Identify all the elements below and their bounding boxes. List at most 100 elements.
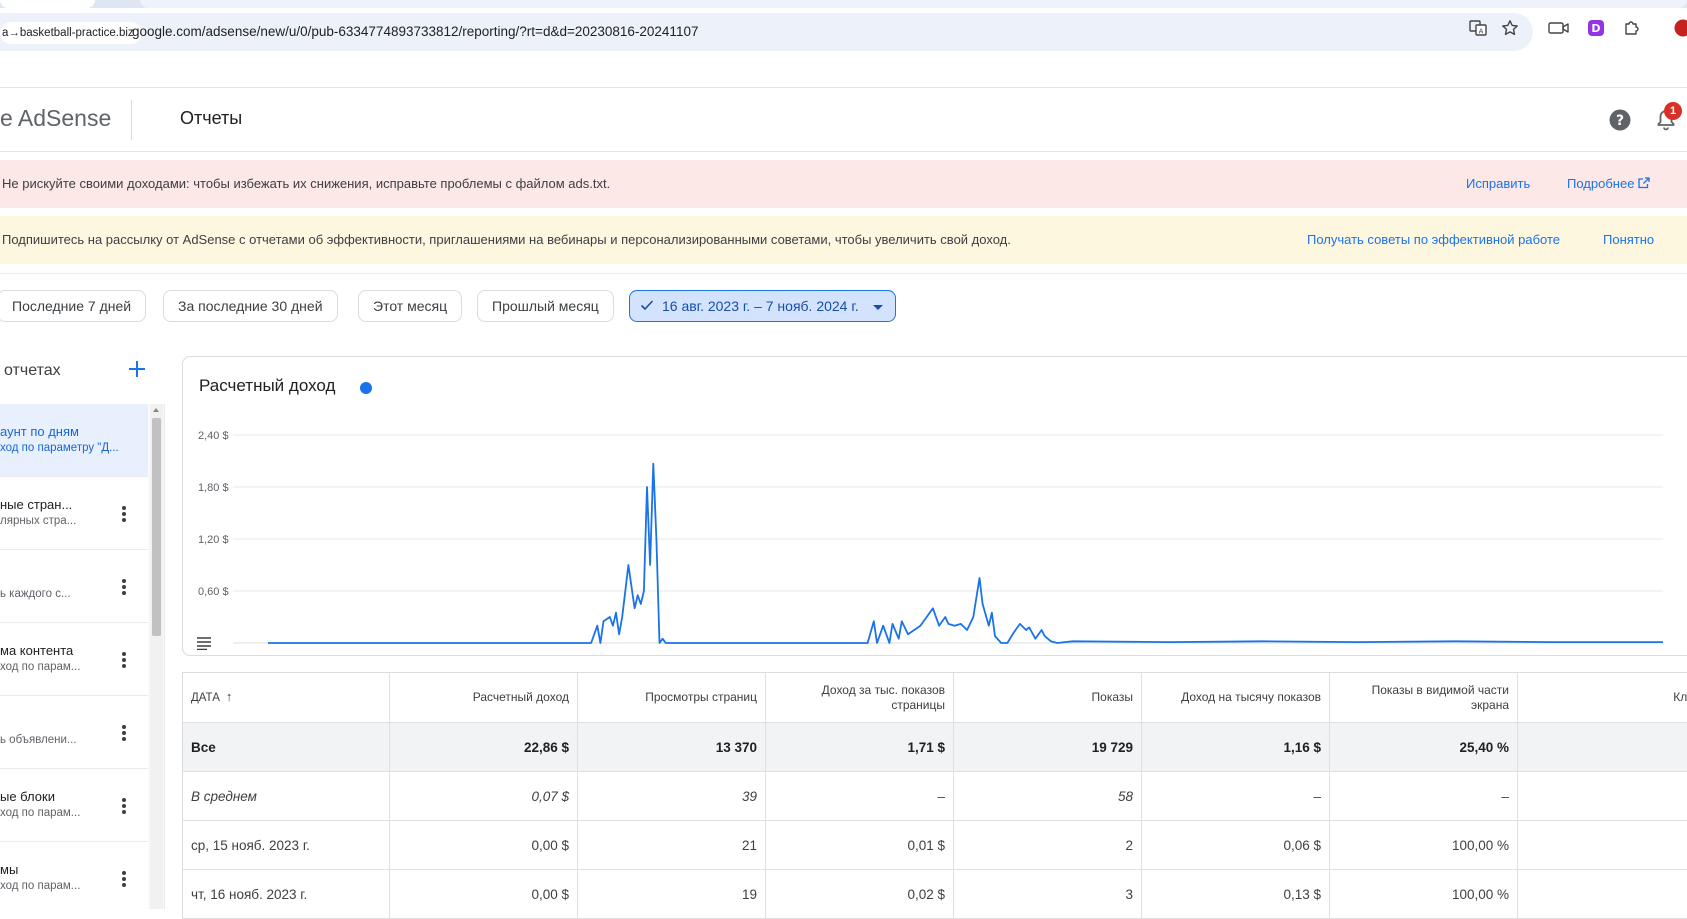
report-item[interactable]: мы ход по парам...	[0, 842, 148, 909]
profile-avatar-icon[interactable]	[1674, 19, 1687, 37]
column-header[interactable]: Кли	[1518, 673, 1687, 723]
chip-custom-range[interactable]: 16 авг. 2023 г. – 7 нояб. 2024 г.	[629, 290, 896, 322]
table-cell: 13 370	[578, 723, 766, 772]
saved-reports-header: отчетах	[0, 338, 165, 404]
report-item[interactable]: ые блоки ход по парам...	[0, 769, 148, 842]
report-item[interactable]: ь каждого с...	[0, 550, 148, 623]
more-vert-icon[interactable]	[116, 796, 132, 816]
table-cell: 0,06 $	[1142, 821, 1330, 870]
table-cell: 0,00 $	[390, 821, 578, 870]
more-vert-icon[interactable]	[116, 650, 132, 670]
chart-title: Расчетный доход	[199, 376, 335, 396]
table-cell: 1	[1518, 723, 1687, 772]
table-cell: 1,71 $	[766, 723, 954, 772]
video-camera-icon[interactable]	[1548, 19, 1570, 37]
chip-this-month[interactable]: Этот месяц	[358, 290, 462, 322]
adsense-logo[interactable]: e AdSense	[0, 105, 111, 132]
learn-more-link[interactable]: Подробнее	[1567, 160, 1650, 208]
table-cell: 19	[578, 870, 766, 919]
report-name: мы	[0, 862, 18, 877]
column-header-label: ДАТА	[191, 692, 220, 704]
help-icon[interactable]: ?	[1609, 109, 1631, 131]
svg-text:?: ?	[1616, 113, 1624, 129]
chip-last-7-days[interactable]: Последние 7 дней	[0, 290, 146, 322]
custom-range-label: 16 авг. 2023 г. – 7 нояб. 2024 г.	[662, 298, 859, 314]
report-item[interactable]: ные стран... лярных стра...	[0, 477, 148, 550]
chevron-down-icon	[873, 305, 883, 310]
report-name: ые блоки	[0, 789, 55, 804]
report-item[interactable]: ь объявлени...	[0, 696, 148, 769]
app-header: e AdSense Отчеты ? 1	[0, 87, 1687, 152]
more-vert-icon[interactable]	[116, 504, 132, 524]
revenue-series-line	[268, 464, 1663, 643]
extensions-puzzle-icon[interactable]	[1623, 19, 1641, 37]
table-header-row: ДАТА↑ Расчетный доход Просмотры страниц …	[183, 673, 1687, 723]
report-desc: ход по параметру "Д...	[0, 442, 119, 454]
scrollbar-thumb[interactable]	[152, 418, 161, 636]
report-table: ДАТА↑ Расчетный доход Просмотры страниц …	[182, 672, 1687, 919]
column-header[interactable]: Показы в видимой части экрана	[1330, 673, 1518, 723]
more-vert-icon[interactable]	[116, 723, 132, 743]
address-bar[interactable]: а→basketball-practice.biz google.com/ads…	[0, 13, 1533, 51]
table-row: чт, 16 нояб. 2023 г. 0,00 $ 19 0,02 $ 3 …	[183, 870, 1687, 919]
table-row-total: Все 22,86 $ 13 370 1,71 $ 19 729 1,16 $ …	[183, 723, 1687, 772]
scroll-up-arrow-icon[interactable]	[153, 408, 159, 412]
sort-ascending-icon[interactable]: ↑	[226, 689, 233, 704]
column-header[interactable]: Доход на тысячу показов	[1142, 673, 1330, 723]
table-cell: –	[766, 772, 954, 821]
date-range-chips: Последние 7 дней За последние 30 дней Эт…	[0, 273, 1687, 338]
report-name: аунт по дням	[0, 424, 79, 439]
table-row-average: В среднем 0,07 $ 39 – 58 – –	[183, 772, 1687, 821]
dismiss-button[interactable]: Понятно	[1603, 216, 1654, 264]
y-tick-label: 0,60 $	[198, 586, 229, 598]
y-tick-label: 1,80 $	[198, 482, 229, 494]
y-tick-label: 1,20 $	[198, 534, 229, 546]
report-item[interactable]: ма контента ход по парам...	[0, 623, 148, 696]
more-vert-icon[interactable]	[116, 577, 132, 597]
table-cell: 0,07 $	[390, 772, 578, 821]
table-cell: ср, 15 нояб. 2023 г.	[183, 821, 390, 870]
notification-badge: 1	[1664, 102, 1682, 120]
fix-button[interactable]: Исправить	[1466, 160, 1530, 208]
chart-card: Расчетный доход 0,60 $1,20 $1,80 $2,40 $…	[182, 356, 1687, 656]
column-header[interactable]: Просмотры страниц	[578, 673, 766, 723]
add-icon[interactable]	[126, 358, 148, 380]
learn-more-label: Подробнее	[1567, 176, 1634, 191]
table-cell: 0,01 $	[766, 821, 954, 870]
column-header[interactable]: Доход за тыс. показов страницы	[766, 673, 954, 723]
check-icon	[640, 299, 654, 311]
svg-text:A: A	[1479, 28, 1484, 36]
extension-d-icon[interactable]: D	[1587, 19, 1605, 37]
bookmark-star-icon[interactable]	[1501, 19, 1519, 37]
report-item[interactable]: аунт по дням ход по параметру "Д...	[0, 404, 148, 477]
report-desc: ход по парам...	[0, 807, 80, 819]
saved-reports-list: аунт по дням ход по параметру "Д... ные …	[0, 404, 148, 909]
table-cell: 22,86 $	[390, 723, 578, 772]
newsletter-banner: Подпишитесь на рассылку от AdSense с отч…	[0, 216, 1687, 264]
table-cell: 2	[954, 821, 1142, 870]
saved-reports-scrollbar[interactable]	[150, 404, 163, 909]
report-desc: лярных стра...	[0, 515, 76, 527]
chip-last-month[interactable]: Прошлый месяц	[477, 290, 614, 322]
column-header[interactable]: Показы	[954, 673, 1142, 723]
column-header-date[interactable]: ДАТА ↑	[183, 673, 390, 723]
browser-tab[interactable]	[0, 0, 95, 8]
site-chip[interactable]: а→basketball-practice.biz	[0, 22, 142, 44]
url-text[interactable]: google.com/adsense/new/u/0/pub-633477489…	[132, 13, 698, 51]
more-vert-icon[interactable]	[116, 869, 132, 889]
report-name: ные стран...	[0, 497, 72, 512]
report-desc: ь объявлени...	[0, 734, 77, 746]
browser-tab-active[interactable]	[140, 0, 1687, 8]
report-desc: ход по парам...	[0, 661, 80, 673]
header-divider	[131, 100, 132, 140]
table-cell: 39	[578, 772, 766, 821]
get-tips-button[interactable]: Получать советы по эффективной работе	[1307, 216, 1560, 264]
translate-icon[interactable]: A	[1469, 19, 1487, 37]
column-header[interactable]: Расчетный доход	[390, 673, 578, 723]
chart-menu-icon[interactable]	[196, 636, 212, 650]
table-cell	[1518, 821, 1687, 870]
chip-last-30-days[interactable]: За последние 30 дней	[163, 290, 338, 322]
browser-tab-strip	[0, 0, 1687, 8]
table-cell: –	[1142, 772, 1330, 821]
table-cell	[1518, 772, 1687, 821]
